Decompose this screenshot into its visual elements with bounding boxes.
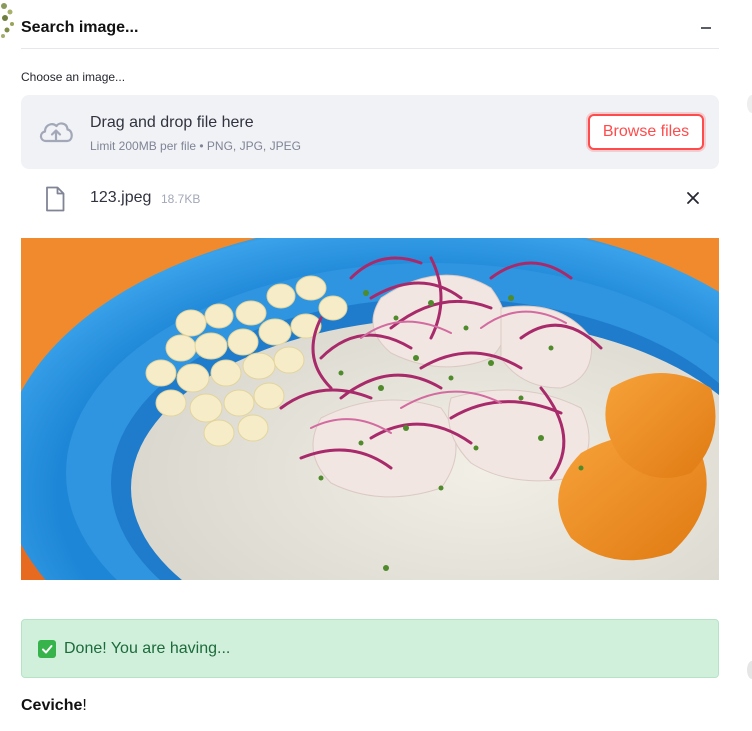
predicted-dish: Ceviche xyxy=(21,697,83,714)
dropzone-limit-text: Limit 200MB per file • PNG, JPG, JPEG xyxy=(90,139,301,153)
success-message: Done! You are having... xyxy=(64,639,231,657)
decorative-leaf-icon xyxy=(747,661,752,679)
document-icon xyxy=(46,186,65,212)
decorative-leaf-icon xyxy=(747,95,752,113)
prediction-result: Ceviche! xyxy=(21,697,87,715)
browse-files-button[interactable]: Browse files xyxy=(588,114,704,150)
expander-header[interactable]: Search image... xyxy=(21,8,719,49)
check-mark-icon xyxy=(38,639,56,658)
ceviche-photo xyxy=(21,238,719,580)
expander-title: Search image... xyxy=(21,19,139,36)
uploaded-food-image xyxy=(21,238,719,580)
app-page: Search image... Choose an image... Drag … xyxy=(0,0,752,731)
file-size: 18.7KB xyxy=(161,192,201,206)
file-dropzone[interactable]: Drag and drop file here Limit 200MB per … xyxy=(21,95,719,169)
success-alert: Done! You are having... xyxy=(21,619,719,678)
close-icon[interactable] xyxy=(685,190,701,206)
decorative-leaf-icon xyxy=(1,3,14,38)
cloud-upload-icon xyxy=(39,122,73,143)
uploaded-file-row: 123.jpeg 18.7KB xyxy=(21,180,719,218)
result-suffix: ! xyxy=(82,697,87,714)
file-name: 123.jpeg xyxy=(90,189,152,206)
minus-icon[interactable] xyxy=(697,19,715,37)
dropzone-instructions: Drag and drop file here xyxy=(90,114,254,131)
uploader-label: Choose an image... xyxy=(21,70,126,84)
